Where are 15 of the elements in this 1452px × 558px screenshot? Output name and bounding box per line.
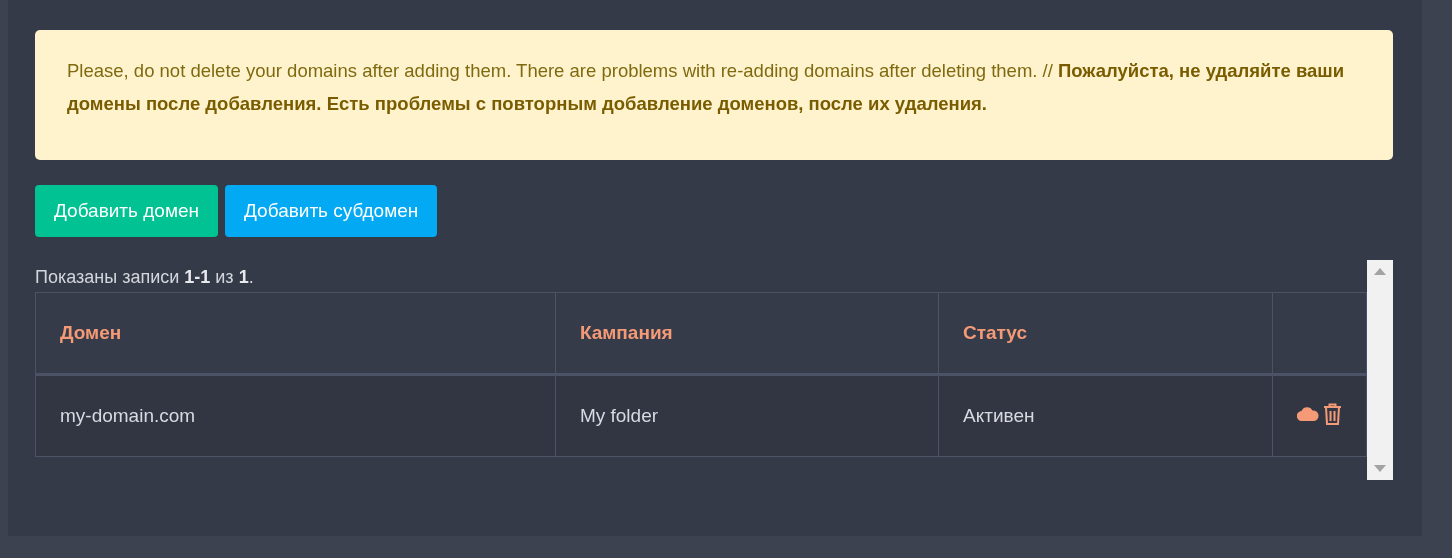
add-button[interactable]: Добавить субдомен <box>225 185 438 237</box>
records-summary: Показаны записи 1-1 из 1. <box>35 267 255 288</box>
column-header: Статус <box>938 292 1273 375</box>
up-arrow-icon[interactable] <box>1374 268 1386 275</box>
add-button[interactable]: Добавить домен <box>35 185 219 237</box>
column-header: Домен <box>35 292 556 375</box>
cloud-icon[interactable] <box>1297 407 1319 421</box>
trash-icon[interactable] <box>1323 403 1342 425</box>
down-arrow-icon[interactable] <box>1374 465 1386 472</box>
alert-message: Please, do not delete your domains after adding them. There are problems with re-adding domains after deleting them. // Пожалуйста, не удаляйте ваши домены после добавления. Есть проблемы с повторным добавление доменов, после их удаления. <box>35 30 1393 160</box>
table-cell: My folder <box>555 374 939 457</box>
table-cell: Активен <box>938 374 1273 457</box>
scrollbar[interactable] <box>1367 260 1393 480</box>
column-header: Кампания <box>555 292 939 375</box>
table-cell: my-domain.com <box>35 374 556 457</box>
